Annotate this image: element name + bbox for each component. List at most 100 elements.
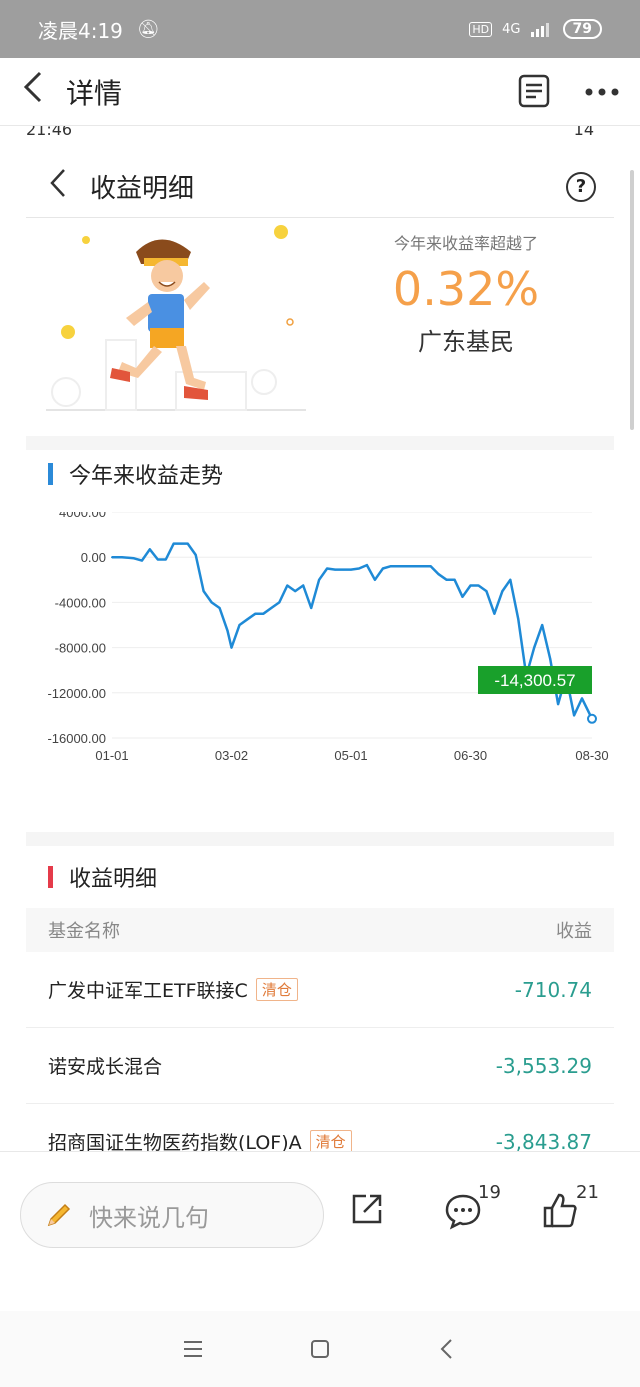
data-point	[517, 618, 520, 621]
app-bar: 详情	[0, 58, 640, 126]
data-point	[461, 595, 464, 598]
thumbs-up-icon	[543, 1193, 577, 1228]
fund-row[interactable]: 招商国证生物医药指数(LOF)A 清仓 -3,843.87	[26, 1104, 614, 1151]
page-title: 详情	[66, 76, 123, 110]
data-point	[501, 590, 504, 593]
y-tick-label: 4000.00	[59, 512, 106, 520]
data-point	[140, 559, 143, 562]
comment-input[interactable]: 快来说几句	[20, 1182, 324, 1248]
data-point	[194, 553, 197, 556]
data-point	[549, 657, 552, 660]
data-point	[541, 624, 544, 626]
embedded-back-icon	[26, 168, 90, 206]
home-icon[interactable]	[305, 1334, 335, 1364]
status-right: HD 4G 79	[469, 19, 602, 39]
data-point	[350, 568, 353, 571]
fund-row[interactable]: 广发中证军工ETF联接C 清仓 -710.74	[26, 952, 614, 1028]
article-content[interactable]: 21:46 14 收益明细 ? 今年来收益率超越了 0.32% 广东基民 今年来…	[0, 126, 640, 1151]
fund-profit: -3,553.29	[495, 1053, 592, 1078]
data-point	[262, 612, 265, 615]
data-point	[429, 565, 432, 568]
data-point	[148, 548, 151, 551]
comments-button[interactable]: 19	[444, 1182, 504, 1242]
mute-icon: 🔕︎	[136, 18, 160, 40]
data-point	[342, 568, 345, 571]
battery-level: 79	[562, 19, 602, 39]
y-tick-label: 0.00	[81, 550, 106, 565]
pencil-icon	[47, 1203, 71, 1227]
data-point	[509, 578, 512, 581]
y-tick-label: -8000.00	[55, 641, 106, 656]
comment-bar: 快来说几句 19 21	[0, 1151, 640, 1311]
data-point	[493, 612, 496, 615]
menu-icon[interactable]	[178, 1334, 208, 1364]
embedded-title: 收益明细	[90, 174, 195, 204]
embedded-header: 收益明细 ?	[26, 156, 614, 218]
fund-name: 广发中证军工ETF联接C	[48, 980, 248, 1002]
data-point	[230, 646, 233, 649]
trend-title: 今年来收益走势	[69, 464, 224, 489]
data-point	[381, 567, 384, 570]
share-button[interactable]	[350, 1192, 410, 1242]
embedded-status-bar: 21:46 14	[26, 126, 614, 139]
nav-back-icon[interactable]	[432, 1334, 462, 1364]
data-point	[485, 590, 488, 593]
runner-illustration	[46, 225, 306, 411]
data-point	[164, 558, 167, 561]
comments-count: 19	[478, 1182, 501, 1203]
trend-accent-bar	[48, 463, 53, 485]
data-point	[453, 578, 456, 581]
data-point	[286, 584, 289, 587]
data-point	[437, 573, 440, 576]
fund-list: 广发中证军工ETF联接C 清仓 -710.74 诺安成长混合 -3,553.29 招商国证…	[26, 952, 614, 1151]
status-bar: 凌晨4:19 🔕︎ HD 4G 79	[0, 0, 640, 58]
more-icon[interactable]	[584, 87, 620, 97]
scrollbar[interactable]	[630, 170, 634, 430]
data-point	[302, 584, 305, 587]
data-point	[218, 607, 221, 610]
fund-row[interactable]: 诺安成长混合 -3,553.29	[26, 1028, 614, 1104]
system-nav-bar	[0, 1311, 640, 1387]
last-value-label: -14,300.57	[494, 671, 575, 690]
data-point	[186, 542, 189, 545]
detail-heading: 收益明细	[26, 846, 614, 908]
data-point	[405, 565, 408, 568]
col-name: 基金名称	[48, 921, 120, 942]
y-tick-label: -4000.00	[55, 595, 106, 610]
data-point	[210, 601, 213, 604]
detail-section: 收益明细 基金名称 收益 广发中证军工ETF联接C 清仓 -710.74 诺安成长混合…	[26, 846, 614, 1151]
data-point	[111, 556, 113, 559]
data-point	[278, 601, 281, 604]
trend-chart: 4000.00 0.00 -4000.00 -8000.00 -12000.00 -160…	[47, 512, 609, 763]
cleared-tag: 清仓	[309, 1130, 352, 1151]
y-tick-label: -16000.00	[47, 731, 106, 746]
cleared-tag: 清仓	[255, 978, 298, 1001]
trend-heading: 今年来收益走势	[26, 446, 614, 502]
embedded-status-time: 21:46	[26, 126, 73, 139]
help-icon: ?	[566, 171, 596, 202]
data-point	[120, 556, 123, 559]
back-arrow-icon	[23, 71, 42, 103]
appbar-actions	[516, 73, 640, 111]
document-icon[interactable]	[516, 73, 554, 111]
data-point	[318, 578, 321, 581]
data-point	[254, 612, 257, 615]
data-point	[156, 558, 159, 561]
embedded-battery: 14	[573, 126, 594, 139]
x-tick-label: 08-30	[575, 748, 608, 763]
data-point	[334, 568, 337, 571]
data-point	[294, 590, 297, 593]
data-point	[310, 607, 313, 610]
fund-name: 招商国证生物医药指数(LOF)A	[48, 1132, 302, 1151]
data-point	[445, 578, 448, 581]
back-button[interactable]	[0, 70, 66, 113]
fund-profit: -710.74	[514, 977, 592, 1002]
data-point	[132, 557, 135, 560]
share-icon	[352, 1194, 382, 1224]
data-point	[172, 542, 175, 545]
like-button[interactable]: 21	[542, 1182, 602, 1242]
fund-profit: -3,843.87	[495, 1129, 592, 1152]
comment-placeholder: 快来说几句	[89, 1203, 209, 1232]
rank-group: 广东基民	[418, 328, 514, 356]
data-point	[397, 565, 400, 568]
